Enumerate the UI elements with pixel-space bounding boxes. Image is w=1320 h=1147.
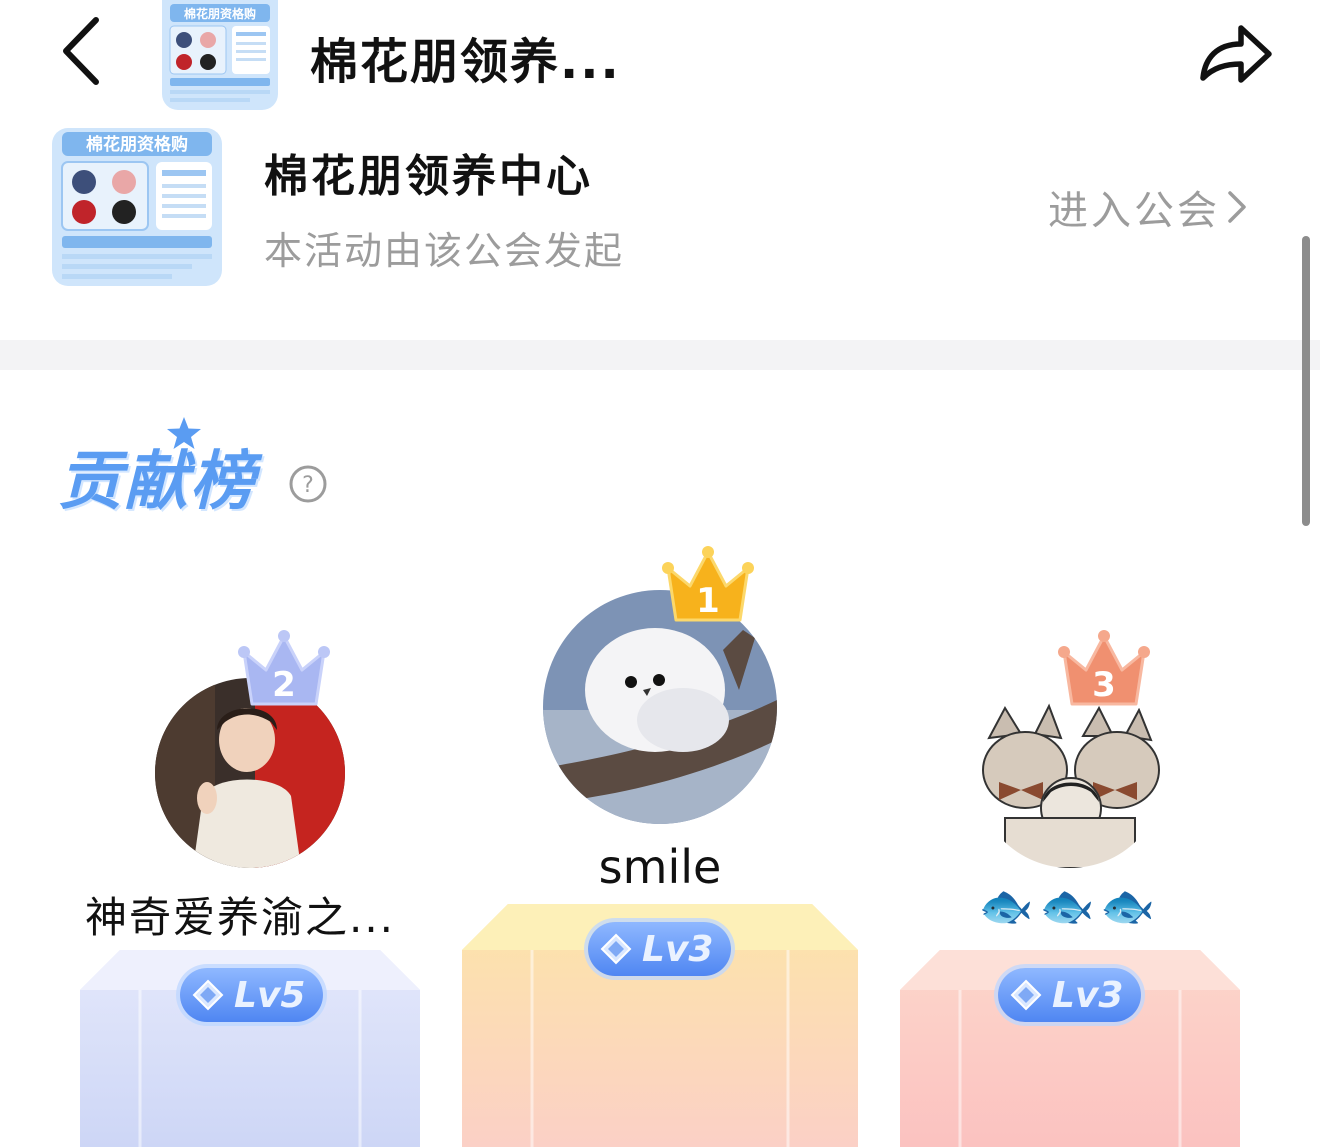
help-icon: ? [289, 465, 327, 503]
gem-icon [600, 933, 632, 965]
scrollbar[interactable] [1302, 236, 1310, 526]
page-title: 棉花朋领养... [310, 34, 621, 90]
enter-guild-label: 进入公会 [1048, 188, 1220, 234]
back-button[interactable] [58, 16, 108, 86]
back-arrow-icon [63, 17, 99, 85]
level-text: Lv5 [234, 974, 306, 1016]
username-rank-3[interactable]: 🐟🐟🐟 [960, 880, 1180, 932]
gem-icon [192, 979, 224, 1011]
level-badge-rank-2: Lv5 [180, 968, 324, 1022]
username-rank-2[interactable]: 神奇爱养渝之... [40, 884, 440, 945]
crown-rank-number: 2 [272, 665, 296, 705]
guild-avatar-image: 棉花朋资格购 [52, 128, 222, 286]
crown-icon-rank-1: 1 [662, 546, 754, 622]
help-button[interactable]: ? [288, 464, 328, 504]
level-badge-rank-1: Lv3 [588, 922, 732, 976]
chevron-right-icon [1228, 191, 1246, 223]
ranking-title: 贡献榜 [58, 445, 256, 519]
crown-rank-number: 3 [1092, 665, 1116, 705]
enter-guild-link[interactable]: 进入公会 [1048, 178, 1248, 236]
crown-rank-number: 1 [696, 581, 720, 621]
section-divider [0, 340, 1320, 370]
guild-avatar-banner-text: 棉花朋资格购 [86, 134, 188, 155]
gem-icon [1010, 979, 1042, 1011]
thumbnail-banner-text: 棉花朋资格购 [184, 6, 256, 21]
guild-subtitle: 本活动由该公会发起 [264, 229, 625, 273]
level-text: Lv3 [1052, 974, 1124, 1016]
share-icon [1200, 25, 1272, 83]
level-badge-rank-3: Lv3 [998, 968, 1142, 1022]
share-button[interactable] [1195, 18, 1275, 88]
level-text: Lv3 [642, 928, 714, 970]
guild-name: 棉花朋领养中心 [264, 151, 593, 202]
svg-text:?: ? [302, 473, 314, 498]
crown-icon-rank-3: 3 [1058, 630, 1150, 706]
activity-thumbnail-image: 棉花朋资格购 [162, 0, 278, 110]
crown-icon-rank-2: 2 [238, 630, 330, 706]
activity-thumbnail-small[interactable]: 棉花朋资格购 [162, 0, 278, 110]
guild-avatar[interactable]: 棉花朋资格购 [52, 128, 222, 286]
username-rank-1[interactable]: smile [520, 840, 800, 894]
